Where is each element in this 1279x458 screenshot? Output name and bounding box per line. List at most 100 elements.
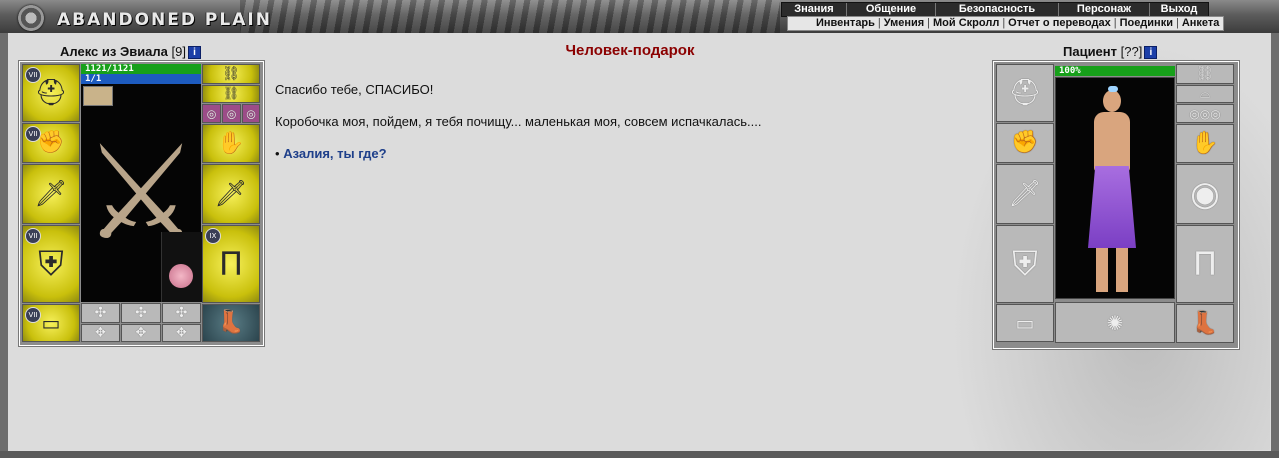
ring-icon: ◎ [206, 107, 217, 120]
belt-slot[interactable]: VII ▭ [22, 304, 80, 342]
necklace-slot[interactable]: ⛓ [202, 64, 260, 84]
helmet-slot[interactable]: VII ⛑ [22, 64, 80, 122]
boots-icon: 👢 [217, 310, 245, 335]
decorative-stripes [240, 0, 780, 33]
npc-name: Пациент [1063, 44, 1118, 59]
answer-link[interactable]: Азалия, ты где? [283, 146, 386, 161]
player-name: Алекс из Эвиала [60, 44, 168, 59]
gloves-icon: ✊ [37, 130, 65, 155]
menu-communication[interactable]: Общение [846, 3, 935, 16]
menu-duels[interactable]: Поединки [1120, 17, 1173, 29]
empty-sword-icon: 🗡 [1008, 179, 1042, 209]
menu-character[interactable]: Персонаж [1058, 3, 1149, 16]
empty-rune-icon: ✥ [176, 325, 187, 341]
rune-slot-6[interactable]: ✥ [162, 324, 201, 342]
npc-torso-icon [1094, 112, 1130, 172]
menu-my-scroll[interactable]: Мой Скролл [933, 17, 999, 29]
menu-profile[interactable]: Анкета [1182, 17, 1220, 29]
empty-bracers-icon: ✋ [1191, 130, 1219, 156]
menu-security[interactable]: Безопасность [935, 3, 1058, 16]
npc-cloth-icon [1088, 166, 1136, 248]
amulet-slot[interactable]: ⛓ [202, 85, 260, 103]
pet-slot[interactable] [161, 232, 202, 302]
dialog-line-1: Спасибо тебе, СПАСИБО! [275, 82, 434, 97]
menu-inventory[interactable]: Инвентарь [816, 17, 875, 29]
npc-rings-slot[interactable]: ◎◎◎ [1176, 104, 1234, 123]
rank-badge: VII [25, 228, 41, 244]
ring-slot-2[interactable]: ◎ [222, 104, 241, 123]
bottom-bar [0, 451, 1279, 458]
empty-belt-icon: ▭ [1015, 311, 1035, 335]
secondary-menu: Инвентарь | Умения | Мой Скролл | Отчет о пере… [787, 16, 1225, 31]
npc-info-icon[interactable]: i [1144, 46, 1158, 59]
npc-rune-slots[interactable]: ✺ [1055, 302, 1175, 343]
npc-helmet-slot[interactable]: ⛑ [996, 64, 1054, 122]
empty-amulet-icon: ⌓ [1199, 86, 1211, 102]
npc-boots-slot[interactable]: 👢 [1176, 304, 1234, 343]
npc-equipment-panel: ⛑ ✊ 🗡 ⛨ ▭ 100% ✺ ⛓ ⌓ ◎◎◎ ✋ ◉ Π 👢 [993, 61, 1239, 349]
player-mp-bar: 1/1 [81, 74, 201, 84]
ring-icon: ◎ [226, 107, 237, 120]
sword-icon: 🗡 [34, 179, 68, 209]
boots-slot[interactable]: 👢 [202, 304, 260, 342]
player-equipment-panel: VII ⛑ VII ✊ 🗡 VII ⛨ VII ▭ 1121/1121 1/1 … [19, 61, 264, 346]
empty-pants-icon: Π [1192, 245, 1218, 283]
left-weapon-slot[interactable]: 🗡 [22, 164, 80, 224]
pants-slot[interactable]: IX Π [202, 225, 260, 303]
armor-icon: ⛨ [38, 244, 64, 284]
ring-icon: ◎ [246, 107, 256, 120]
ring-slot-3[interactable]: ◎ [242, 104, 260, 123]
ring-slot-1[interactable]: ◎ [202, 104, 221, 123]
necklace-icon: ⛓ [222, 66, 240, 82]
npc-armor-slot[interactable]: ⛨ [996, 225, 1054, 303]
pants-icon: Π [218, 245, 244, 283]
bracers-icon: ✋ [217, 130, 245, 156]
menu-knowledge[interactable]: Знания [782, 3, 846, 16]
npc-amulet-slot[interactable]: ⌓ [1176, 85, 1234, 103]
empty-rune-icon: ✣ [135, 305, 147, 321]
npc-portrait [1055, 77, 1175, 299]
empty-helmet-icon: ⛑ [1008, 78, 1042, 108]
right-weapon-slot[interactable]: 🗡 [202, 164, 260, 224]
player-info-icon[interactable]: i [188, 46, 201, 59]
player-portrait: ⚔ [81, 84, 202, 302]
npc-necklace-slot[interactable]: ⛓ [1176, 64, 1234, 84]
npc-hp-bar: 100% [1055, 66, 1175, 76]
rune-slot-5[interactable]: ✥ [121, 324, 161, 342]
rune-slot-3[interactable]: ✣ [162, 303, 201, 323]
armor-slot[interactable]: VII ⛨ [22, 225, 80, 303]
bracers-slot[interactable]: ✋ [202, 124, 260, 163]
rank-badge: VII [25, 307, 41, 323]
npc-gloves-slot[interactable]: ✊ [996, 123, 1054, 163]
gloves-slot[interactable]: VII ✊ [22, 123, 80, 163]
menu-skills[interactable]: Умения [884, 17, 924, 29]
empty-armor-icon: ⛨ [1012, 244, 1038, 284]
rune-slot-2[interactable]: ✣ [121, 303, 161, 323]
empty-rings-icon: ◎◎◎ [1189, 106, 1221, 121]
rune-slot-1[interactable]: ✣ [81, 303, 120, 323]
player-hp-bar: 1121/1121 [81, 64, 201, 74]
npc-belt-slot[interactable]: ▭ [996, 304, 1054, 342]
flower-icon [1108, 86, 1118, 92]
npc-leg-icon [1116, 248, 1128, 292]
game-logo: ABANDONED PLAIN [57, 10, 272, 30]
menu-transfer-report[interactable]: Отчет о переводах [1008, 17, 1111, 29]
empty-rune-icon: ✣ [94, 305, 107, 321]
helmet-icon: ⛑ [34, 78, 68, 108]
npc-bracers-slot[interactable]: ✋ [1176, 124, 1234, 163]
dialog-answer: • Азалия, ты где? [275, 146, 387, 161]
empty-rune-icon: ✥ [95, 325, 106, 341]
bullet-icon: • [275, 146, 280, 161]
npc-shield-slot[interactable]: ◉ [1176, 164, 1234, 224]
amulet-icon: ⛓ [222, 86, 240, 102]
menu-exit[interactable]: Выход [1149, 3, 1208, 16]
primary-menu: Знания Общение Безопасность Персонаж Вых… [781, 2, 1209, 17]
npc-pants-slot[interactable]: Π [1176, 225, 1234, 303]
empty-rune-icon: ✥ [135, 325, 147, 341]
npc-level: [??] [1120, 44, 1143, 59]
npc-head-icon [1103, 90, 1121, 112]
rune-slot-4[interactable]: ✥ [81, 324, 120, 342]
pet-pig-icon [169, 264, 193, 288]
npc-left-weapon-slot[interactable]: 🗡 [996, 164, 1054, 224]
empty-runes-icon: ✺ [1106, 310, 1124, 335]
